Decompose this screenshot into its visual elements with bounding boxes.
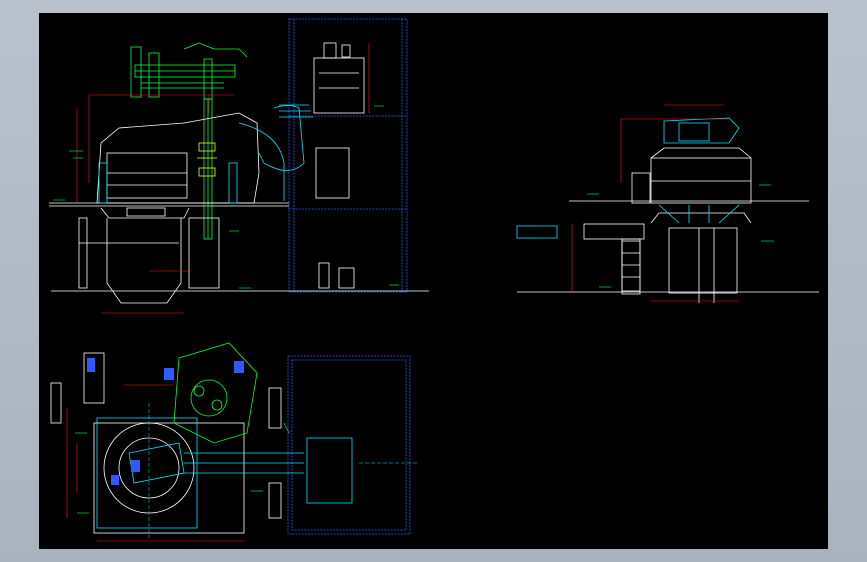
dimension-lines <box>76 43 370 314</box>
conductor-bars <box>197 142 217 177</box>
furnace-shell <box>78 112 260 304</box>
side-stair <box>621 240 641 292</box>
plan-electrodes <box>87 358 244 485</box>
dimension-labels <box>53 105 399 289</box>
side-markers <box>587 184 774 288</box>
side-elevation <box>516 104 819 303</box>
front-elevation <box>49 18 429 314</box>
building-frame <box>288 18 408 293</box>
cad-drawing <box>49 18 819 542</box>
side-electrode-arms <box>516 117 740 239</box>
plan-furnace-roof <box>173 342 258 444</box>
side-ground-lines <box>517 200 819 293</box>
plan-building <box>287 355 411 535</box>
ground-lines <box>49 202 429 292</box>
electrode-mast <box>130 42 248 240</box>
transformer <box>313 42 365 289</box>
side-furnace-body <box>583 147 752 303</box>
flexible-cables <box>98 104 313 204</box>
drawing-canvas[interactable] <box>39 13 828 549</box>
plan-view <box>50 342 419 542</box>
plan-electrode-arms <box>96 417 353 529</box>
plan-markers <box>75 422 290 514</box>
